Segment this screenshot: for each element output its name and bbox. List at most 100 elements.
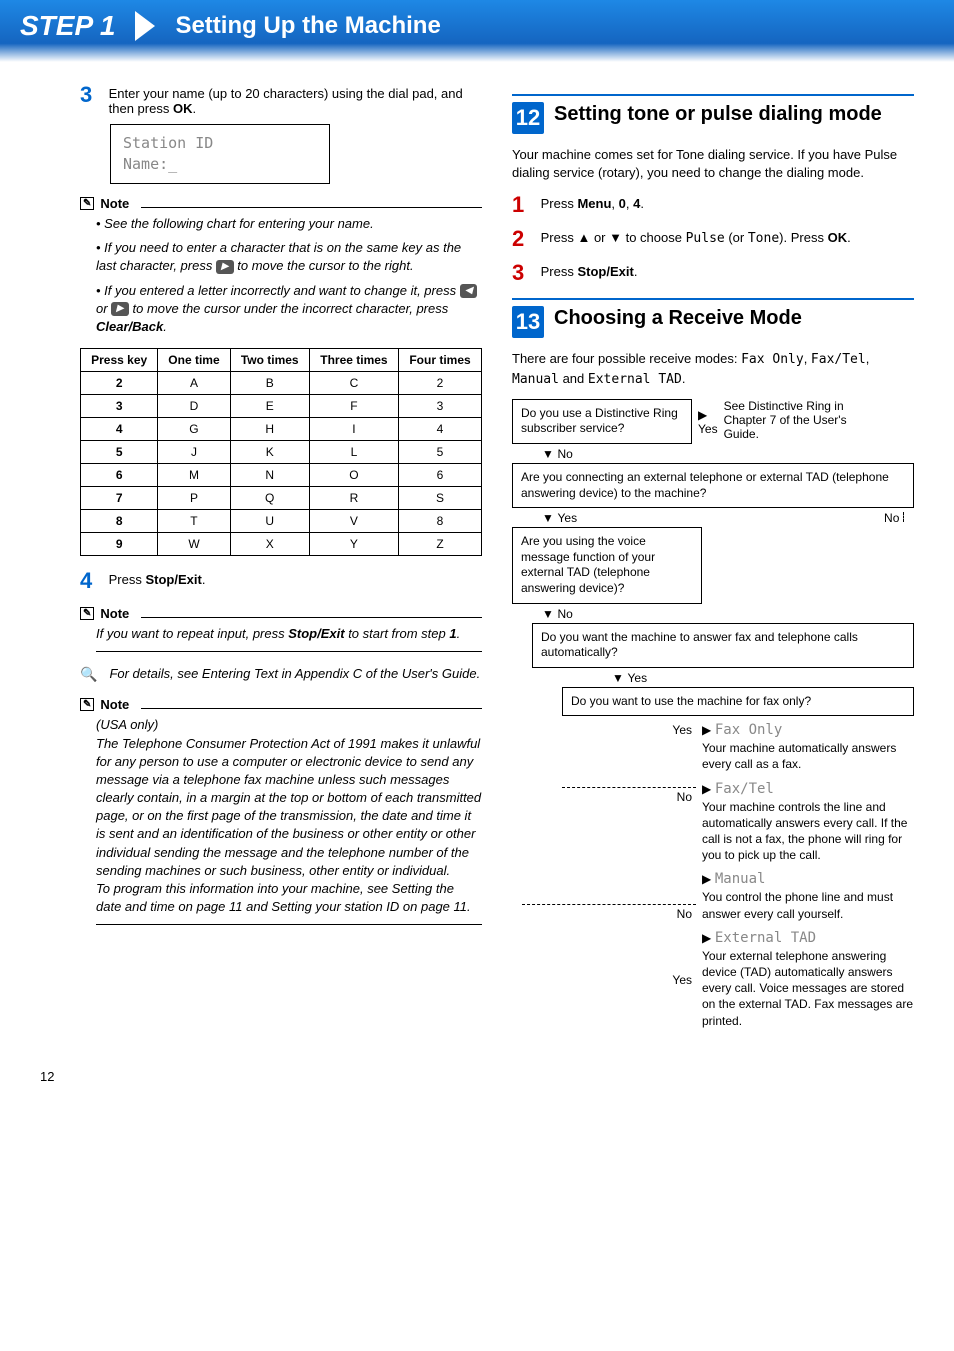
table-cell: H [230,418,309,441]
table-cell: G [158,418,230,441]
mode-fax-tel: Fax/Tel Your machine controls the line a… [702,781,914,864]
sec12-step2: 2 Press ▲ or ▼ to choose Pulse (or Tone)… [512,226,914,252]
instruction-step-3: 3 Enter your name (up to 20 characters) … [80,82,482,116]
table-cell: 6 [81,464,158,487]
section-12-intro: Your machine comes set for Tone dialing … [512,146,914,182]
table-cell: Y [309,533,398,556]
arrow-down-icon [542,446,554,461]
mode-fax-only: Fax Only Your machine automatically answ… [702,722,914,772]
distinctive-ring-ref: See Distinctive Ring in Chapter 7 of the… [724,399,874,444]
table-cell: 8 [81,510,158,533]
th-2: Two times [230,349,309,372]
table-cell: 9 [81,533,158,556]
arrow-right-icon [698,407,718,422]
table-row: 6MNO6 [81,464,482,487]
table-row: 2ABC2 [81,372,482,395]
table-cell: 6 [399,464,482,487]
table-cell: I [309,418,398,441]
arrow-right-icon [702,871,711,886]
note-body-1: • See the following chart for entering y… [96,215,482,336]
arrow-right-icon [702,722,711,737]
table-cell: 7 [81,487,158,510]
table-cell: W [158,533,230,556]
table-row: 7PQRS [81,487,482,510]
flow-q1: Do you use a Distinctive Ring subscriber… [512,399,692,444]
left-column: 3 Enter your name (up to 20 characters) … [80,82,482,1029]
table-cell: Z [399,533,482,556]
flow-q5: Do you want to use the machine for fax o… [562,687,914,717]
table-cell: Q [230,487,309,510]
section-title: Choosing a Receive Mode [554,306,802,330]
note-body-3: (USA only) The Telephone Consumer Protec… [96,716,482,925]
arrow-down-icon [542,510,554,525]
flow-q3: Are you using the voice message function… [512,527,702,603]
table-cell: 2 [399,372,482,395]
section-number: 13 [512,306,544,338]
flow-q4: Do you want the machine to answer fax an… [532,623,914,668]
table-row: 4GHI4 [81,418,482,441]
step-label: STEP 1 [20,10,115,42]
note-heading: Note [80,697,482,712]
table-cell: T [158,510,230,533]
table-cell: J [158,441,230,464]
table-cell: C [309,372,398,395]
table-cell: S [399,487,482,510]
table-cell: K [230,441,309,464]
section-title: Setting tone or pulse dialing mode [554,102,882,126]
step-number: 4 [80,568,105,594]
arrow-right-icon [702,930,711,945]
th-4: Four times [399,349,482,372]
step-text: Press Stop/Exit. [109,568,481,587]
table-row: 3DEF3 [81,395,482,418]
nav-left-icon: ◀ [460,284,478,298]
note-heading: Note [80,196,482,211]
note-body-2: If you want to repeat input, press Stop/… [96,625,482,652]
section-number: 12 [512,102,544,134]
table-cell: 2 [81,372,158,395]
lcd-display: Station ID Name:_ [110,124,330,184]
instruction-step-4: 4 Press Stop/Exit. [80,568,482,594]
table-cell: 8 [399,510,482,533]
table-cell: A [158,372,230,395]
section-13-heading: 13 Choosing a Receive Mode [512,298,914,338]
right-column: 12 Setting tone or pulse dialing mode Yo… [512,82,914,1029]
mode-manual: Manual You control the phone line and mu… [702,871,914,921]
nav-right-icon: ▶ [216,260,234,274]
arrow-down-icon [542,606,554,621]
lcd-line2: Name:_ [123,154,317,175]
step-number: 3 [80,82,105,108]
character-entry-table: Press key One time Two times Three times… [80,348,482,556]
table-cell: M [158,464,230,487]
th-key: Press key [81,349,158,372]
tip-row: For details, see Entering Text in Append… [80,666,482,683]
arrow-right-icon [702,781,711,796]
step-number: 3 [512,260,537,286]
lcd-line1: Station ID [123,133,317,154]
table-cell: 5 [81,441,158,464]
table-cell: U [230,510,309,533]
step-arrow-icon [135,11,155,41]
table-cell: O [309,464,398,487]
table-cell: N [230,464,309,487]
table-cell: V [309,510,398,533]
step-header: STEP 1 Setting Up the Machine [0,0,954,62]
tip-text: For details, see Entering Text in Append… [109,666,480,683]
step-number: 1 [512,192,537,218]
table-row: 5JKL5 [81,441,482,464]
table-cell: B [230,372,309,395]
receive-mode-flowchart: Do you use a Distinctive Ring subscriber… [512,399,914,1029]
table-row: 8TUV8 [81,510,482,533]
table-cell: 5 [399,441,482,464]
table-row: 9WXYZ [81,533,482,556]
table-cell: 4 [399,418,482,441]
table-cell: D [158,395,230,418]
step-text: Enter your name (up to 20 characters) us… [109,82,481,116]
table-cell: F [309,395,398,418]
magnify-icon [80,666,97,683]
th-3: Three times [309,349,398,372]
table-cell: L [309,441,398,464]
section-12-heading: 12 Setting tone or pulse dialing mode [512,94,914,134]
table-cell: E [230,395,309,418]
table-cell: 4 [81,418,158,441]
note-heading: Note [80,606,482,621]
